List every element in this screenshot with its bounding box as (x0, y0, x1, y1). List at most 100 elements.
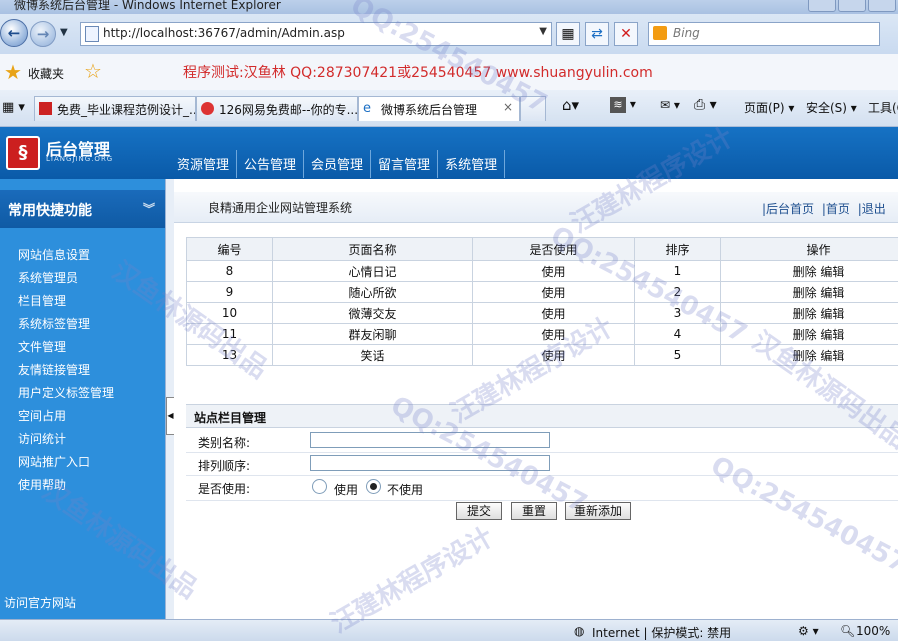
edit-link[interactable]: 编辑 (820, 349, 844, 363)
tools-menu[interactable]: 工具(O (868, 99, 898, 116)
table-row: 9随心所欲使用2删除 编辑 (187, 282, 898, 303)
link-admin-home[interactable]: |后台首页 (760, 202, 816, 216)
column-table: 编号 页面名称 是否使用 排序 操作 8心情日记使用1删除 编辑 9随心所欲使用… (186, 237, 898, 366)
edit-link[interactable]: 编辑 (820, 265, 844, 279)
form-row-order: 排列顺序: (186, 453, 898, 476)
menu-announcements[interactable]: 公告管理 (237, 150, 304, 178)
search-box[interactable]: Bing (648, 22, 880, 46)
add-favorites-icon[interactable]: ☆ (82, 60, 104, 82)
order-input[interactable] (310, 455, 550, 471)
sidebar-item-space[interactable]: 空间占用 (18, 407, 66, 424)
print-icon[interactable]: ⎙ ▾ (694, 97, 717, 113)
delete-link[interactable]: 删除 (793, 328, 817, 342)
sidebar-item-admins[interactable]: 系统管理员 (18, 269, 78, 286)
edit-link[interactable]: 编辑 (820, 286, 844, 300)
cell-id: 13 (187, 345, 273, 366)
table-row: 11群友闲聊使用4删除 编辑 (187, 324, 898, 345)
forward-arrow-icon: → (37, 25, 50, 43)
cell-id: 10 (187, 303, 273, 324)
favorites-star-icon[interactable]: ★ (4, 62, 22, 82)
menu-messages[interactable]: 留言管理 (371, 150, 438, 178)
delete-link[interactable]: 删除 (793, 307, 817, 321)
ie-icon: e (363, 102, 376, 115)
window-title-bar: 微博系统后台管理 - Windows Internet Explorer (0, 0, 898, 14)
official-site-link[interactable]: 访问官方网站 (4, 594, 76, 611)
sidebar-item-promotion[interactable]: 网站推广入口 (18, 453, 90, 470)
form-title: 站点栏目管理 (194, 409, 266, 426)
refresh-icon[interactable]: ⇄ (585, 22, 609, 46)
home-icon[interactable]: ⌂▾ (562, 96, 579, 114)
table-header-row: 编号 页面名称 是否使用 排序 操作 (187, 238, 898, 261)
maximize-button[interactable] (838, 0, 866, 12)
status-bar: ◍ Internet | 保护模式: 禁用 ⚙ ▾ 🔍︎ 100% (0, 619, 898, 641)
zoom-level[interactable]: 100% (856, 624, 890, 638)
back-button[interactable]: ← (0, 19, 28, 47)
readd-button[interactable]: 重新添加 (565, 502, 631, 520)
sidebar-item-custom-tags[interactable]: 用户定义标签管理 (18, 384, 114, 401)
cell-actions: 删除 编辑 (721, 345, 898, 366)
minimize-button[interactable] (808, 0, 836, 12)
safety-menu[interactable]: 安全(S) ▾ (806, 99, 857, 116)
address-dropdown-icon[interactable]: ▼ (539, 26, 547, 37)
tab-free-course[interactable]: 免费_毕业课程范例设计_... (34, 96, 196, 121)
feeds-icon[interactable]: ≋ ▾ (610, 97, 636, 113)
collapse-icon[interactable]: ︾ (143, 200, 155, 217)
menu-resources[interactable]: 资源管理 (170, 150, 237, 178)
submit-button[interactable]: 提交 (456, 502, 502, 520)
tab-126-mail[interactable]: 126网易免费邮--你的专... (196, 96, 358, 121)
search-placeholder: Bing (673, 26, 700, 40)
tab-weibo-admin[interactable]: e 微博系统后台管理 × (358, 96, 520, 121)
menu-members[interactable]: 会员管理 (304, 150, 371, 178)
zoom-icon[interactable]: 🔍︎ (840, 624, 855, 638)
cell-use: 使用 (473, 324, 635, 345)
protected-mode-icon[interactable]: ⚙ ▾ (798, 624, 819, 638)
cell-order: 4 (635, 324, 721, 345)
cell-id: 8 (187, 261, 273, 282)
header-use: 是否使用 (473, 238, 635, 261)
quick-tabs-icon[interactable]: ▦ ▾ (2, 100, 25, 115)
menu-system[interactable]: 系统管理 (438, 150, 505, 178)
header-name: 页面名称 (273, 238, 473, 261)
sidebar-header: 常用快捷功能 ︾ (0, 190, 165, 228)
address-bar[interactable]: http://localhost:36767/admin/Admin.asp ▼ (80, 22, 552, 46)
history-dropdown-icon[interactable]: ▼ (60, 27, 68, 38)
delete-link[interactable]: 删除 (793, 286, 817, 300)
sidebar-item-help[interactable]: 使用帮助 (18, 476, 66, 493)
link-home[interactable]: |首页 (820, 202, 852, 216)
form-row-name: 类别名称: (186, 430, 898, 453)
delete-link[interactable]: 删除 (793, 349, 817, 363)
page-menu[interactable]: 页面(P) ▾ (744, 99, 794, 116)
favorites-label[interactable]: 收藏夹 (28, 65, 64, 82)
sidebar-item-stats[interactable]: 访问统计 (18, 430, 66, 447)
close-window-button[interactable] (868, 0, 896, 12)
reset-button[interactable]: 重置 (511, 502, 557, 520)
mail-icon[interactable]: ✉ ▾ (660, 98, 680, 112)
sidebar-item-system-tags[interactable]: 系统标签管理 (18, 315, 90, 332)
window-controls[interactable] (808, 0, 896, 12)
compatibility-view-icon[interactable]: ▦ (556, 22, 580, 46)
sidebar-item-links[interactable]: 友情链接管理 (18, 361, 90, 378)
cell-id: 9 (187, 282, 273, 303)
radio-use[interactable] (312, 479, 327, 494)
delete-link[interactable]: 删除 (793, 265, 817, 279)
address-url[interactable]: http://localhost:36767/admin/Admin.asp (103, 26, 345, 40)
close-tab-icon[interactable]: × (503, 100, 513, 114)
edit-link[interactable]: 编辑 (820, 307, 844, 321)
sidebar-item-files[interactable]: 文件管理 (18, 338, 66, 355)
bing-logo-icon (653, 26, 667, 40)
header-actions: 操作 (721, 238, 898, 261)
edit-link[interactable]: 编辑 (820, 328, 844, 342)
cell-name: 心情日记 (273, 261, 473, 282)
new-tab-button[interactable] (520, 96, 546, 121)
logo-mark-icon: § (6, 136, 40, 170)
sidebar-item-site-settings[interactable]: 网站信息设置 (18, 246, 90, 263)
category-name-input[interactable] (310, 432, 550, 448)
link-logout[interactable]: |退出 (856, 202, 888, 216)
cell-name: 群友闲聊 (273, 324, 473, 345)
back-arrow-icon: ← (8, 24, 21, 42)
forward-button[interactable]: → (30, 21, 56, 47)
splitter[interactable]: ◀ (165, 179, 174, 619)
sidebar-item-columns[interactable]: 栏目管理 (18, 292, 66, 309)
stop-icon[interactable]: ✕ (614, 22, 638, 46)
radio-no-use[interactable] (366, 479, 381, 494)
